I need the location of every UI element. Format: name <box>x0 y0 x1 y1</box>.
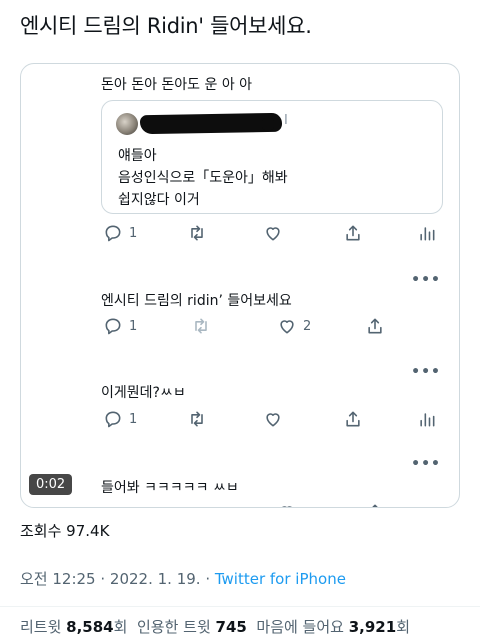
retweet-action <box>187 223 207 243</box>
analytics-icon <box>420 227 435 241</box>
quoted-line: 쉽지않다 이거 <box>118 192 200 208</box>
retweet-action <box>187 409 207 429</box>
reply-icon <box>105 411 121 428</box>
reply-count: 1 <box>129 318 138 334</box>
retweets-label: 리트윗 <box>20 618 67 636</box>
reply-count: 1 <box>129 411 138 427</box>
quoted-tweet-suffix: I <box>284 113 288 128</box>
redaction-scribble <box>139 112 283 135</box>
action-bar: 1 <box>103 409 443 431</box>
action-bar-cut <box>199 502 399 507</box>
analytics-action <box>417 223 437 243</box>
video-top-caption: 돈아 돈아 돈아도 운 아 아 <box>101 77 253 93</box>
share-action <box>365 502 385 507</box>
share-action <box>365 316 385 336</box>
quotes-label: 인용한 트윗 <box>136 618 216 636</box>
quoted-line: 얘들아 <box>118 148 157 164</box>
reply-icon <box>105 225 121 242</box>
reply-count: 1 <box>129 225 138 241</box>
action-bar: 1 <box>103 223 443 245</box>
share-icon <box>368 318 382 334</box>
share-icon <box>372 504 378 507</box>
more-icon: ••• <box>411 272 441 288</box>
tweet-source-link[interactable]: Twitter for iPhone <box>215 570 346 588</box>
like-icon <box>282 506 292 507</box>
view-count: 조회수 97.4K <box>20 522 110 540</box>
like-count: 2 <box>303 318 312 334</box>
like-action <box>263 223 283 243</box>
retweet-icon <box>191 411 203 427</box>
likes-stat[interactable]: 마음에 들어요 3,921회 <box>256 618 410 636</box>
tweet-text: 엔시티 드림의 Ridin' 들어보세요. <box>20 14 312 38</box>
tweet-timestamp[interactable]: 오전 12:25 · 2022. 1. 19. · <box>20 570 215 588</box>
share-action <box>343 223 363 243</box>
retweets-unit: 회 <box>113 618 128 636</box>
quotes-stat[interactable]: 인용한 트윗 745 <box>137 618 247 636</box>
like-icon <box>280 320 294 334</box>
likes-label: 마음에 들어요 <box>256 618 349 636</box>
quoted-line: 음성인식으로「도운아」해봐 <box>118 170 288 186</box>
more-icon: ••• <box>411 364 441 380</box>
retweet-action <box>191 316 211 336</box>
divider <box>0 606 480 607</box>
video-player[interactable]: 돈아 돈아 돈아도 운 아 아 I 얘들아 음성인식으로「도운아」해봐 쉽지않다… <box>20 63 460 508</box>
avatar <box>116 113 138 135</box>
like-icon <box>266 227 280 241</box>
tweet-meta: 오전 12:25 · 2022. 1. 19. · Twitter for iP… <box>20 568 346 589</box>
reply-action: 1 <box>103 223 137 243</box>
likes-count: 3,921 <box>348 618 397 636</box>
like-action <box>263 409 283 429</box>
more-icon: ••• <box>411 456 441 472</box>
quoted-tweet: I 얘들아 음성인식으로「도운아」해봐 쉽지않다 이거 <box>101 100 443 214</box>
quotes-count: 745 <box>215 618 247 636</box>
reply-action: 1 <box>103 409 137 429</box>
action-bar: 1 2 <box>103 316 403 338</box>
like-action <box>277 502 297 507</box>
reply-action: 1 <box>103 316 137 336</box>
share-icon <box>346 225 360 241</box>
like-icon <box>266 413 280 427</box>
reply-text: 이게뭔데?ㅆㅂ <box>101 385 186 401</box>
like-action: 2 <box>277 316 311 336</box>
analytics-icon <box>420 413 435 427</box>
reply-text: 엔시티 드림의 ridin’ 들어보세요 <box>101 293 292 309</box>
retweet-icon <box>195 318 207 334</box>
video-timer: 0:02 <box>29 474 73 495</box>
reply-icon <box>105 318 121 335</box>
likes-unit: 회 <box>396 618 410 636</box>
engagement-stats: 리트윗 8,584회 인용한 트윗 745 마음에 들어요 3,921회 <box>20 616 410 637</box>
analytics-action <box>417 409 437 429</box>
share-icon <box>346 411 360 427</box>
retweet-icon <box>191 225 203 241</box>
share-action <box>343 409 363 429</box>
retweets-count: 8,584 <box>66 618 114 636</box>
redaction-scribble-tail <box>262 118 274 130</box>
retweets-stat[interactable]: 리트윗 8,584회 <box>20 618 127 636</box>
reply-text: 들어봐 ㅋㅋㅋㅋㅋ ㅆㅂ <box>101 480 239 496</box>
